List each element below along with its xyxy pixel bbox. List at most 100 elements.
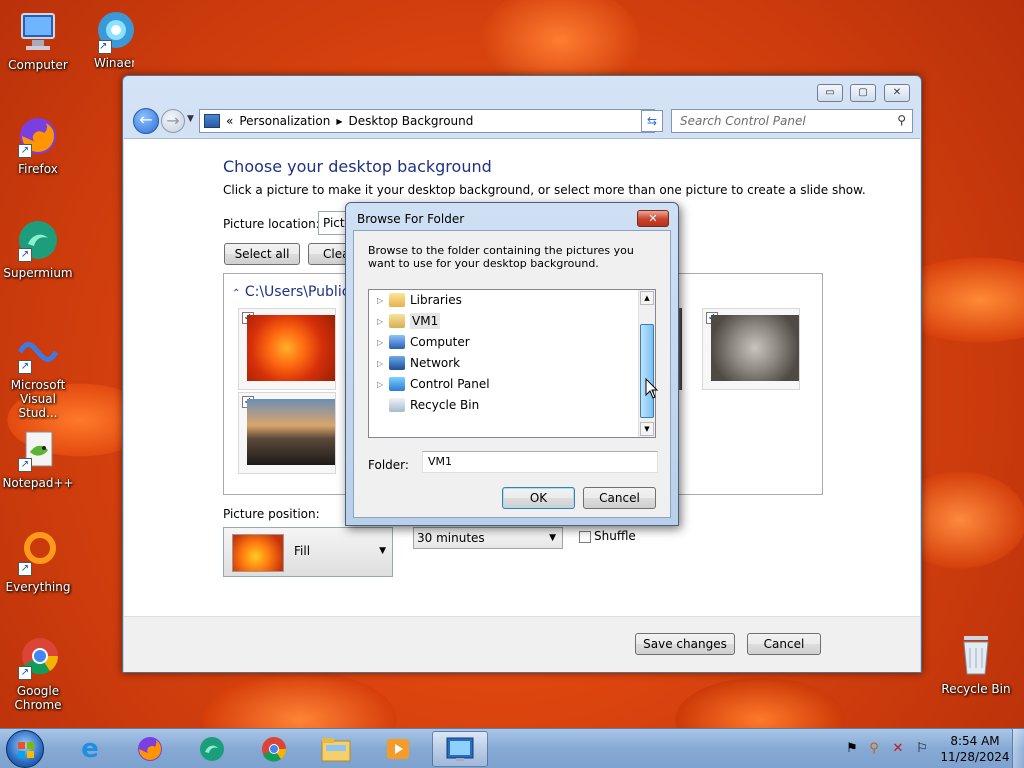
tree-scrollbar[interactable]: ▲ ▼ — [638, 290, 655, 437]
expand-arrow-icon[interactable]: ▷ — [377, 359, 387, 368]
wallpaper-thumbnail[interactable]: ✓ — [238, 308, 336, 390]
recycle-bin-icon — [389, 398, 405, 412]
wallpaper-thumbnail[interactable]: ✓ — [702, 308, 800, 390]
expand-arrow-icon[interactable]: ▷ — [377, 380, 387, 389]
forward-button[interactable]: → — [161, 109, 185, 133]
control-panel-icon — [389, 377, 405, 391]
desktop-icon-visual-studio[interactable]: ↗ Microsoft Visual Stud... — [0, 328, 76, 420]
expand-arrow-icon[interactable]: ▷ — [377, 338, 387, 347]
taskbar-ie[interactable]: e — [62, 731, 118, 767]
media-player-icon — [387, 739, 409, 759]
desktop-icon-label: Supermium — [3, 266, 73, 280]
taskbar-firefox[interactable] — [122, 731, 178, 767]
browse-for-folder-dialog: Browse For Folder ✕ Browse to the folder… — [345, 202, 679, 526]
desktop-icon-label: Firefox — [18, 162, 58, 176]
desktop-icon-chrome[interactable]: ↗ Google Chrome — [0, 634, 76, 712]
start-button[interactable] — [6, 730, 44, 768]
notepadpp-icon: ↗ — [14, 426, 62, 474]
tree-item-label: VM1 — [410, 313, 441, 329]
expand-arrow-icon[interactable]: ▷ — [377, 296, 387, 305]
ok-button[interactable]: OK — [502, 487, 575, 509]
folder-path: C:\Users\Public\ — [244, 284, 355, 300]
tree-item-label: Computer — [410, 335, 470, 349]
shuffle-checkbox[interactable] — [579, 531, 591, 543]
tree-item-computer[interactable]: ▷ Computer — [377, 332, 470, 352]
collapse-chevron-icon: ⌃ — [232, 288, 241, 299]
picture-position-select[interactable]: Fill ▼ — [223, 527, 393, 577]
tree-item-recycle-bin[interactable]: Recycle Bin — [377, 395, 479, 415]
search-tray-icon[interactable]: ⚲ — [866, 741, 882, 757]
koala-image — [711, 315, 799, 381]
close-button[interactable]: ✕ — [884, 84, 910, 102]
shortcut-arrow-icon: ↗ — [18, 562, 32, 576]
dialog-cancel-button[interactable]: Cancel — [583, 487, 656, 509]
everything-icon: ↗ — [14, 530, 62, 578]
breadcrumb-personalization[interactable]: Personalization — [239, 114, 330, 128]
folder-tree[interactable]: ▷ Libraries ▷ VM1 ▷ Computer ▷ Network ▷ — [368, 289, 656, 438]
dialog-close-button[interactable]: ✕ — [637, 210, 669, 227]
search-input[interactable]: Search Control Panel ⚲ — [671, 109, 913, 133]
taskbar-supermium[interactable] — [184, 731, 240, 767]
save-changes-button[interactable]: Save changes — [635, 633, 735, 655]
desktop-icon-winaero[interactable]: ↗ Winaero Twea — [78, 8, 134, 70]
taskbar-control-panel[interactable] — [432, 731, 488, 767]
minimize-button[interactable]: ▭ — [817, 84, 843, 102]
action-center-icon[interactable]: ⚑ — [844, 741, 860, 757]
breadcrumb-desktop-background[interactable]: Desktop Background — [348, 114, 473, 128]
scroll-down-arrow-icon[interactable]: ▼ — [640, 422, 654, 436]
scroll-thumb[interactable] — [640, 324, 654, 418]
desktop-icon-everything[interactable]: ↗ Everything — [0, 530, 76, 594]
maximize-button[interactable]: ▢ — [850, 84, 876, 102]
taskbar-explorer[interactable] — [308, 731, 364, 767]
tree-item-label: Recycle Bin — [410, 398, 480, 412]
taskbar-media-player[interactable] — [370, 731, 426, 767]
desktop-icon-recycle-bin[interactable]: Recycle Bin — [936, 632, 1016, 696]
recycle-bin-icon — [952, 632, 1000, 680]
shortcut-arrow-icon: ↗ — [98, 40, 112, 54]
cancel-button[interactable]: Cancel — [747, 633, 821, 655]
scroll-up-arrow-icon[interactable]: ▲ — [640, 291, 654, 305]
folder-input[interactable]: VM1 — [422, 451, 658, 473]
desktop-icon-firefox[interactable]: ↗ Firefox — [0, 112, 76, 176]
recent-pages-chevron-icon[interactable]: ▼ — [187, 114, 194, 124]
refresh-button[interactable]: ⇆ — [641, 110, 663, 132]
select-all-button[interactable]: Select all — [224, 243, 300, 265]
dialog-description: Browse to the folder containing the pict… — [368, 244, 634, 270]
desktop-icon-computer[interactable]: Computer — [0, 8, 76, 72]
network-disconnected-icon[interactable]: ✕ — [890, 741, 906, 757]
flag-icon[interactable]: ⚐ — [914, 741, 930, 757]
ie-icon: e — [81, 734, 99, 764]
tree-item-control-panel[interactable]: ▷ Control Panel — [377, 374, 490, 394]
lighthouse-image — [247, 399, 335, 465]
search-icon: ⚲ — [897, 113, 906, 127]
dialog-title: Browse For Folder — [357, 212, 465, 226]
interval-select[interactable]: 30 minutes ▼ — [413, 527, 563, 549]
computer-icon — [14, 8, 62, 56]
winaero-tweaker-icon: ↗ — [94, 8, 134, 56]
tree-item-network[interactable]: ▷ Network — [377, 353, 460, 373]
show-desktop-button[interactable] — [1012, 729, 1024, 768]
taskbar: e ⚑ ⚲ ✕ ⚐ 8:54 AM 11/28/2024 — [0, 728, 1024, 768]
libraries-icon — [389, 293, 405, 307]
clock[interactable]: 8:54 AM 11/28/2024 — [940, 733, 1010, 765]
supermium-icon — [200, 737, 224, 761]
page-subtitle: Click a picture to make it your desktop … — [223, 183, 866, 197]
expand-arrow-icon[interactable]: ▷ — [377, 317, 387, 326]
shortcut-arrow-icon: ↗ — [18, 248, 32, 262]
desktop-icon-supermium[interactable]: ↗ Supermium — [0, 216, 76, 280]
folder-group-header[interactable]: ⌃ C:\Users\Public\ — [232, 284, 354, 300]
breadcrumb-overflow[interactable]: « — [226, 114, 233, 128]
back-button[interactable]: ← — [133, 108, 159, 134]
desktop-icon-notepadpp[interactable]: ↗ Notepad++ — [0, 426, 76, 490]
clock-date: 11/28/2024 — [940, 750, 1010, 764]
explorer-icon — [321, 738, 351, 762]
address-bar[interactable]: « Personalization ▶ Desktop Background ▼ — [199, 109, 655, 133]
wallpaper-thumbnail[interactable]: ✓ — [238, 392, 336, 474]
tree-item-vm1[interactable]: ▷ VM1 — [377, 311, 441, 331]
user-folder-icon — [389, 314, 405, 328]
taskbar-chrome[interactable] — [246, 731, 302, 767]
clear-all-button[interactable]: Clea — [308, 243, 348, 265]
windows-logo-icon — [18, 742, 34, 758]
navigation-bar: ← → ▼ « Personalization ▶ Desktop Backgr… — [129, 107, 915, 135]
tree-item-libraries[interactable]: ▷ Libraries — [377, 290, 462, 310]
